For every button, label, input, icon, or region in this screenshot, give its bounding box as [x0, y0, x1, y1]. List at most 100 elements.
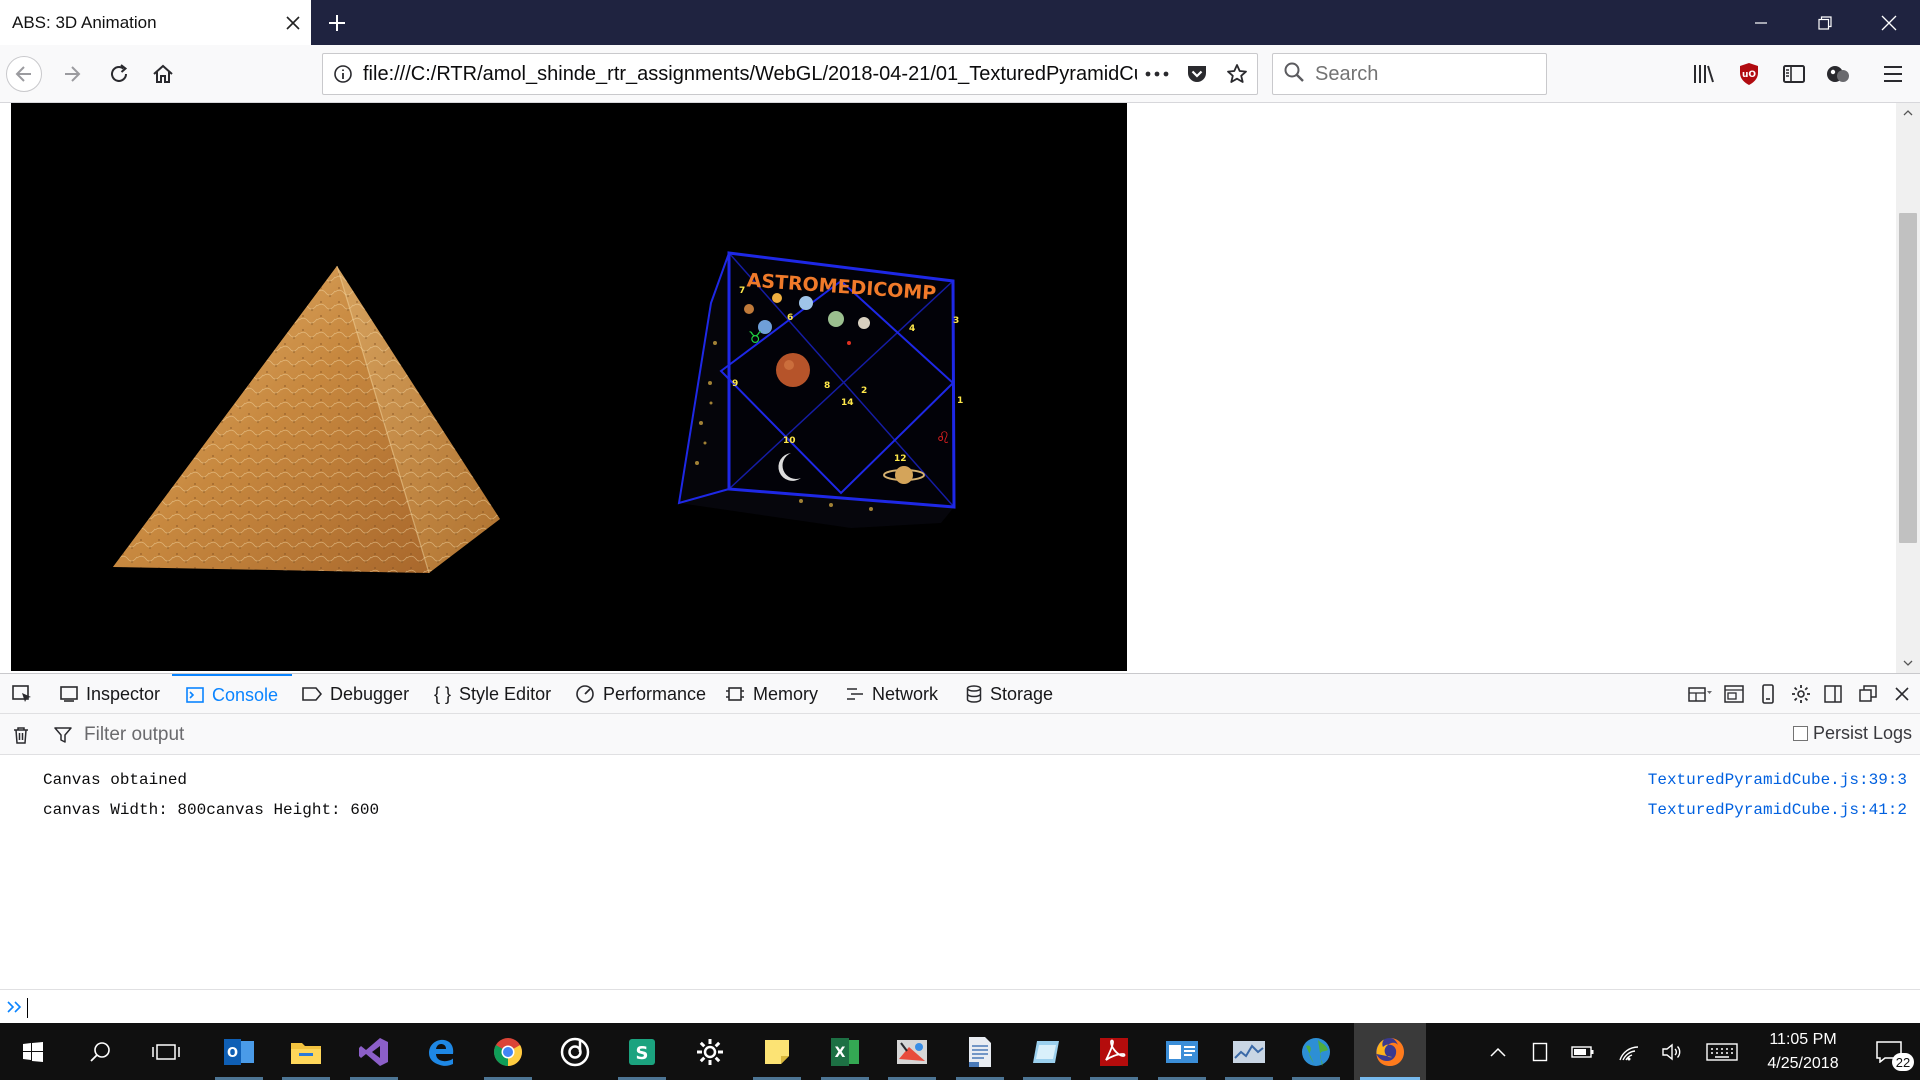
- persist-logs-checkbox[interactable]: [1792, 726, 1808, 741]
- slack-s-icon[interactable]: S: [612, 1023, 672, 1080]
- cube-number: 3: [953, 316, 959, 326]
- cube-number: 12: [894, 454, 907, 464]
- responsive-design-icon[interactable]: [1752, 678, 1784, 710]
- battery-icon[interactable]: [1565, 1023, 1601, 1080]
- scroll-down-icon[interactable]: [1896, 653, 1920, 673]
- filter-output-input[interactable]: [84, 721, 684, 749]
- cube-number: 1: [957, 396, 963, 406]
- sidebar-icon[interactable]: [1776, 56, 1812, 92]
- search-input[interactable]: [1315, 62, 1515, 86]
- outlook-icon[interactable]: O: [209, 1023, 269, 1080]
- storage-icon: [966, 685, 982, 703]
- library-icon[interactable]: [1686, 56, 1722, 92]
- ublock-icon[interactable]: uO: [1731, 56, 1767, 92]
- show-hidden-icons[interactable]: [1480, 1023, 1516, 1080]
- new-tab-button[interactable]: [318, 0, 356, 45]
- task-manager-icon[interactable]: [1219, 1023, 1279, 1080]
- notification-count-badge: 22: [1892, 1053, 1914, 1071]
- undock-window-icon[interactable]: [1852, 678, 1884, 710]
- volume-icon[interactable]: [1654, 1023, 1690, 1080]
- tab-memory[interactable]: Memory: [725, 674, 818, 714]
- cube-number: 2: [861, 386, 867, 396]
- wifi-icon[interactable]: [1611, 1023, 1647, 1080]
- dock-side-icon[interactable]: [1817, 678, 1849, 710]
- edge-icon[interactable]: [411, 1023, 471, 1080]
- console-input[interactable]: [0, 989, 1920, 1023]
- search-bar[interactable]: [1272, 53, 1547, 95]
- url-bar[interactable]: file:///C:/RTR/amol_shinde_rtr_assignmen…: [322, 53, 1258, 95]
- manual-icon[interactable]: [1017, 1023, 1077, 1080]
- start-button[interactable]: [3, 1023, 63, 1080]
- reload-button[interactable]: [101, 56, 137, 92]
- back-button[interactable]: [6, 56, 42, 92]
- frame-layout-icon[interactable]: [1684, 678, 1716, 710]
- devtools-toolbar: Inspector Console Debugger { } Style Edi…: [0, 673, 1920, 714]
- scroll-up-icon[interactable]: [1896, 103, 1920, 123]
- page-actions-icon[interactable]: [1137, 54, 1177, 94]
- windows-taskbar: O S X 11:05 PM 4/25/2018 22: [0, 1023, 1920, 1080]
- control-panel-icon[interactable]: [1152, 1023, 1212, 1080]
- chrome-icon[interactable]: [478, 1023, 538, 1080]
- tab-performance[interactable]: Performance: [575, 674, 706, 714]
- url-text[interactable]: file:///C:/RTR/amol_shinde_rtr_assignmen…: [363, 63, 1137, 86]
- forward-button[interactable]: [54, 56, 90, 92]
- svg-text:O: O: [227, 1046, 238, 1061]
- split-console-icon[interactable]: [1718, 678, 1750, 710]
- webgl-canvas[interactable]: ASTROMEDICOMP ♉ ♌ 7 6 4 3 2 1 9 8 10 14 …: [11, 103, 1127, 671]
- search-taskbar-icon[interactable]: [70, 1023, 130, 1080]
- extension-icon[interactable]: [1820, 56, 1856, 92]
- memory-icon: [725, 685, 745, 703]
- excel-icon[interactable]: X: [815, 1023, 875, 1080]
- close-devtools-icon[interactable]: [1886, 678, 1918, 710]
- svg-text:S: S: [636, 1043, 649, 1064]
- settings-icon[interactable]: [680, 1023, 740, 1080]
- tab-label: Style Editor: [459, 683, 552, 704]
- site-info-icon[interactable]: [323, 64, 363, 84]
- tab-console[interactable]: Console: [172, 674, 293, 714]
- tab-inspector[interactable]: Inspector: [60, 674, 160, 714]
- groove-music-icon[interactable]: [545, 1023, 605, 1080]
- tab-debugger[interactable]: Debugger: [302, 674, 409, 714]
- clock-date: 4/25/2018: [1767, 1054, 1839, 1072]
- globe-icon[interactable]: [1286, 1023, 1346, 1080]
- file-explorer-icon[interactable]: [276, 1023, 336, 1080]
- persist-logs-toggle[interactable]: Persist Logs: [1792, 723, 1912, 744]
- browser-tab[interactable]: ABS: 3D Animation: [0, 0, 311, 45]
- task-view-icon[interactable]: [136, 1023, 196, 1080]
- cube-symbol: ♉: [748, 328, 762, 347]
- system-clock[interactable]: 11:05 PM 4/25/2018: [1748, 1023, 1858, 1080]
- pick-element-icon[interactable]: [6, 678, 38, 710]
- console-message-source-link[interactable]: TexturedPyramidCube.js:39:3: [1648, 771, 1907, 789]
- tab-network[interactable]: Network: [846, 674, 938, 714]
- firefox-icon[interactable]: [1354, 1023, 1426, 1080]
- tab-close-icon[interactable]: [275, 0, 311, 45]
- page-scrollbar[interactable]: [1896, 103, 1920, 673]
- settings-gear-icon[interactable]: [1785, 678, 1817, 710]
- action-center-button[interactable]: 22: [1858, 1023, 1920, 1080]
- paint-icon[interactable]: [882, 1023, 942, 1080]
- minimize-icon[interactable]: [1730, 0, 1792, 45]
- tab-style-editor[interactable]: { } Style Editor: [434, 674, 551, 714]
- menu-icon[interactable]: [1875, 56, 1911, 92]
- clear-console-icon[interactable]: [8, 722, 34, 748]
- cube-number: 8: [824, 381, 830, 391]
- console-message-source-link[interactable]: TexturedPyramidCube.js:41:2: [1648, 801, 1907, 819]
- console-output: Canvas obtained TexturedPyramidCube.js:3…: [0, 755, 1920, 989]
- acrobat-icon[interactable]: [1084, 1023, 1144, 1080]
- pocket-icon[interactable]: [1177, 54, 1217, 94]
- window-close-icon[interactable]: [1858, 0, 1920, 45]
- bookmark-star-icon[interactable]: [1217, 54, 1257, 94]
- home-button[interactable]: [145, 56, 181, 92]
- network-icon: [846, 686, 864, 702]
- visual-studio-icon[interactable]: [344, 1023, 404, 1080]
- notepad-doc-icon[interactable]: [950, 1023, 1010, 1080]
- svg-text:X: X: [835, 1045, 846, 1061]
- keyboard-icon[interactable]: [1700, 1023, 1744, 1080]
- restore-icon[interactable]: [1794, 0, 1856, 45]
- scroll-thumb[interactable]: [1899, 213, 1917, 543]
- textured-cube: ASTROMEDICOMP ♉ ♌ 7 6 4 3 2 1 9 8 10 14 …: [677, 251, 963, 528]
- sticky-notes-icon[interactable]: [747, 1023, 807, 1080]
- tray-app-icon[interactable]: [1522, 1023, 1558, 1080]
- tab-storage[interactable]: Storage: [966, 674, 1053, 714]
- cube-number: 7: [739, 286, 745, 296]
